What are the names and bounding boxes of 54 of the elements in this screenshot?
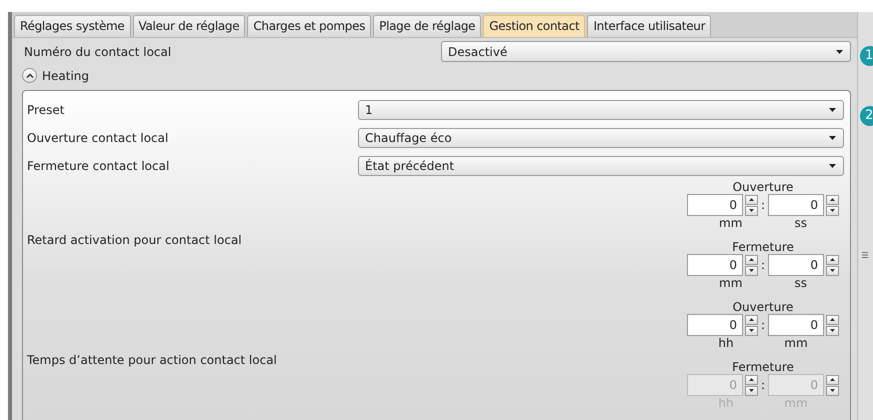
unit-label: hh: [718, 336, 734, 350]
caret-icon: [829, 164, 836, 168]
separator-colon: :: [760, 258, 766, 272]
number-field[interactable]: 0: [686, 194, 743, 216]
field-label: Fermeture contact local: [27, 159, 170, 173]
spin-buttons[interactable]: [744, 314, 758, 336]
tab[interactable]: Valeur de réglage: [132, 15, 246, 37]
tab[interactable]: Réglages système: [14, 15, 131, 37]
tab[interactable]: Plage de réglage: [373, 15, 482, 37]
separator-colon: :: [760, 198, 766, 212]
chevron-up-icon: [26, 73, 34, 78]
unit-label: ss: [794, 276, 807, 290]
unit-label: mm: [719, 276, 742, 290]
group-title: Ouverture: [732, 180, 794, 194]
tab[interactable]: Interface utilisateur: [587, 15, 712, 37]
dropdown[interactable]: État précédent: [358, 156, 844, 176]
number-field[interactable]: 0: [768, 314, 824, 336]
spin-buttons[interactable]: [744, 254, 758, 276]
separator-colon: :: [760, 318, 766, 332]
tab[interactable]: Gestion contact: [483, 15, 586, 37]
group-title: Fermeture: [732, 240, 794, 254]
group-title: Ouverture: [732, 300, 794, 314]
spin-buttons[interactable]: [826, 314, 840, 336]
caret-icon: [829, 108, 836, 112]
expander-button[interactable]: [22, 68, 37, 84]
group-title: Fermeture: [732, 360, 794, 374]
number-field[interactable]: 0: [768, 254, 824, 276]
number-field[interactable]: 0: [686, 314, 743, 336]
spin-buttons[interactable]: [826, 374, 840, 396]
scroll-grip-icon[interactable]: [862, 252, 868, 258]
callout-badge: 2: [860, 106, 873, 126]
dropdown[interactable]: Desactivé: [441, 41, 851, 62]
field-label: Ouverture contact local: [27, 131, 170, 145]
number-field[interactable]: 0: [686, 254, 743, 276]
field-label: Preset: [27, 103, 66, 117]
tab[interactable]: Charges et pompes: [247, 15, 372, 37]
caret-icon: [836, 50, 843, 54]
number-field[interactable]: 0: [768, 194, 824, 216]
dropdown[interactable]: Chauffage éco: [358, 128, 844, 148]
spin-buttons[interactable]: [744, 374, 758, 396]
field-label: Temps d’attente pour action contact local: [27, 353, 277, 367]
spin-buttons[interactable]: [826, 194, 840, 216]
callout-badge: 1: [860, 46, 873, 66]
separator-colon: :: [760, 378, 766, 392]
unit-label: mm: [784, 336, 808, 350]
dropdown[interactable]: 1: [358, 100, 844, 120]
spin-buttons[interactable]: [826, 254, 840, 276]
field-label: Numéro du contact local: [24, 44, 172, 59]
unit-label: mm: [719, 216, 742, 230]
unit-label: ss: [794, 216, 807, 230]
spin-buttons[interactable]: [744, 194, 758, 216]
caret-icon: [829, 136, 836, 140]
field-label: Retard activation pour contact local: [27, 233, 242, 247]
section-title: Heating: [42, 68, 90, 83]
